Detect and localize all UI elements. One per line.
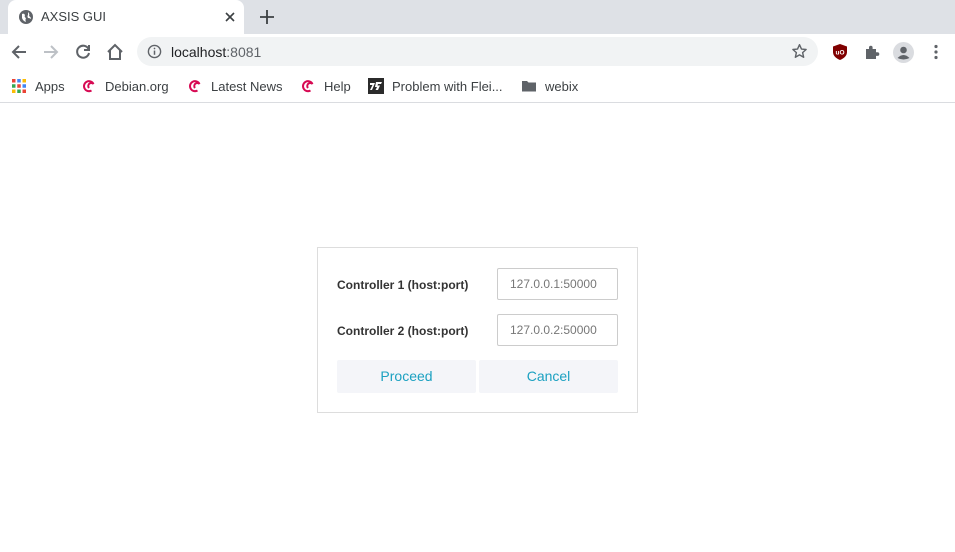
new-tab-icon[interactable] [257,7,277,27]
bookmark-label: Problem with Flei... [392,78,503,94]
bookmarks-bar: Apps Debian.org Latest News Help Problem… [0,70,955,103]
close-icon[interactable] [222,9,238,25]
forward-arrow-icon[interactable] [41,42,61,62]
url-host: localhost [171,44,227,60]
bookmark-star-icon[interactable] [791,43,808,60]
more-menu-icon[interactable] [927,43,945,61]
bookmark-label: Debian.org [105,78,169,94]
bookmark-problem-with[interactable]: Problem with Flei... [368,76,503,96]
url-port: :8081 [226,44,262,60]
back-arrow-icon[interactable] [9,42,29,62]
cancel-button[interactable]: Cancel [479,360,618,393]
extensions-puzzle-icon[interactable] [863,43,881,61]
reload-icon[interactable] [73,42,93,62]
profile-avatar-icon[interactable] [893,42,914,63]
url-text[interactable]: localhost:8081 [171,44,261,60]
controller1-label: Controller 1 (host:port) [337,278,469,292]
debian-swirl-icon [302,80,314,93]
controller2-input[interactable] [497,314,618,346]
tab-title: AXSIS GUI [41,9,107,24]
globe-icon [19,10,33,24]
site-logo-icon [368,78,384,94]
browser-tab[interactable]: AXSIS GUI [8,0,244,34]
controller-connection-dialog: Controller 1 (host:port) Controller 2 (h… [317,247,638,413]
debian-swirl-icon [83,80,95,93]
bookmark-label: Help [324,78,351,94]
svg-text:uO: uO [835,50,844,57]
bookmark-label: Latest News [211,78,283,94]
bookmark-label: webix [545,78,579,94]
bookmark-apps[interactable]: Apps [11,76,65,96]
proceed-button[interactable]: Proceed [337,360,476,393]
bookmark-webix-folder[interactable]: webix [521,76,578,96]
controller2-label: Controller 2 (host:port) [337,324,469,338]
controller1-input[interactable] [497,268,618,300]
debian-swirl-icon [189,80,201,93]
browser-toolbar: localhost:8081 uO [0,34,955,70]
bookmark-latest-news[interactable]: Latest News [187,76,283,96]
address-bar[interactable]: localhost:8081 [137,37,818,66]
home-icon[interactable] [105,42,125,62]
folder-icon [522,81,536,92]
bookmark-help[interactable]: Help [300,76,351,96]
tab-strip: AXSIS GUI [0,0,955,34]
info-icon[interactable] [147,44,162,59]
apps-grid-icon [12,79,26,93]
ublock-origin-icon[interactable]: uO [831,43,849,61]
bookmark-debian-org[interactable]: Debian.org [81,76,169,96]
bookmark-label: Apps [35,78,65,94]
